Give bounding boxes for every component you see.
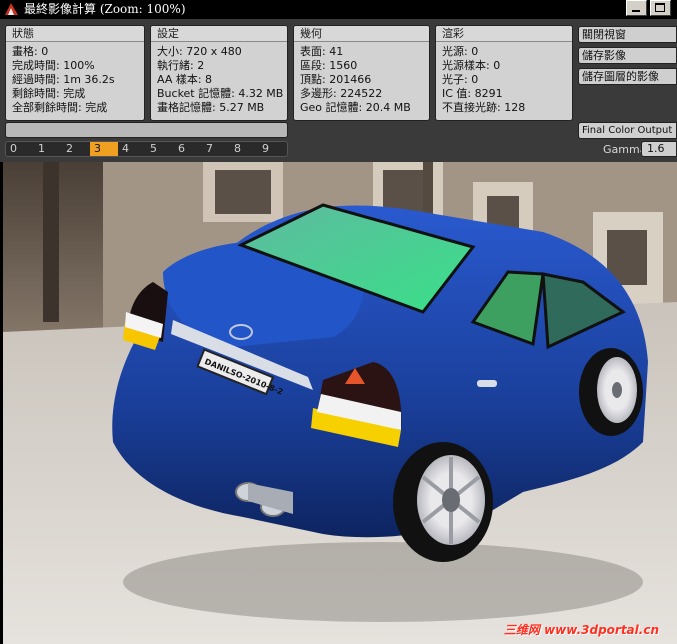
layer-tab-2[interactable]: 2 <box>62 142 90 156</box>
layer-tab-3[interactable]: 3 <box>90 142 118 156</box>
layer-tab-1[interactable]: 1 <box>34 142 62 156</box>
settings-threads: 執行緒: 2 <box>157 59 205 72</box>
status-header: 狀態 <box>6 26 144 42</box>
render-progress-bar <box>5 122 288 138</box>
output-select[interactable]: Final Color Output <box>578 122 677 139</box>
status-completion: 完成時間: 100% <box>12 59 95 72</box>
settings-box: 設定 大小: 720 x 480 執行緒: 2 AA 樣本: 8 Bucket … <box>150 25 288 121</box>
render-stats-panel: 狀態 畫格: 0 完成時間: 100% 經過時間: 1m 36.2s 剩餘時間:… <box>0 19 677 162</box>
rendering-indirect-rays: 不直接光跡: 128 <box>442 101 526 114</box>
layer-tab-9[interactable]: 9 <box>258 142 286 156</box>
gamma-label: Gamma <box>603 143 647 156</box>
rendering-lights: 光源: 0 <box>442 45 479 58</box>
rendering-photons: 光子: 0 <box>442 73 479 86</box>
minimize-icon <box>632 10 640 12</box>
layer-tab-0[interactable]: 0 <box>6 142 34 156</box>
save-layers-image-button[interactable]: 儲存圖層的影像 <box>578 68 677 85</box>
settings-frame-memory: 畫格記憶體: 5.27 MB <box>157 101 265 114</box>
layer-tab-7[interactable]: 7 <box>202 142 230 156</box>
app-icon <box>5 3 18 15</box>
geometry-memory: Geo 記憶體: 20.4 MB <box>300 101 411 114</box>
rendering-box: 渲彩 光源: 0 光源樣本: 0 光子: 0 IC 值: 8291 不直接光跡:… <box>435 25 573 121</box>
title-bar: 最終影像計算 (Zoom: 100%) <box>0 0 677 19</box>
watermark: 三维网 www.3dportal.cn <box>503 623 659 637</box>
minimize-button[interactable] <box>626 0 647 16</box>
close-view-button[interactable]: 關閉視窗 <box>578 26 677 43</box>
geometry-surfaces: 表面: 41 <box>300 45 344 58</box>
gamma-input[interactable]: 1.6 <box>641 141 677 157</box>
layer-tab-6[interactable]: 6 <box>174 142 202 156</box>
geometry-polygons: 多邊形: 224522 <box>300 87 383 100</box>
render-viewport: DANILSO-2010-8-2 三维网 www.3dportal.cn <box>3 162 677 644</box>
layer-tab-4[interactable]: 4 <box>118 142 146 156</box>
render-image: DANILSO-2010-8-2 <box>3 162 677 644</box>
settings-bucket-memory: Bucket 記憶體: 4.32 MB <box>157 87 284 100</box>
rendering-ic-value: IC 值: 8291 <box>442 87 503 100</box>
save-image-button[interactable]: 儲存影像 <box>578 47 677 64</box>
geometry-header: 幾何 <box>294 26 429 42</box>
status-remaining: 剩餘時間: 完成 <box>12 87 86 100</box>
settings-header: 設定 <box>151 26 287 42</box>
settings-aa-samples: AA 樣本: 8 <box>157 73 213 86</box>
layer-tabs: 0123456789 <box>5 141 288 157</box>
window-title: 最終影像計算 (Zoom: 100%) <box>24 2 186 16</box>
maximize-button[interactable] <box>650 0 671 16</box>
status-frame: 畫格: 0 <box>12 45 49 58</box>
status-elapsed: 經過時間: 1m 36.2s <box>12 73 115 86</box>
geometry-box: 幾何 表面: 41 區段: 1560 頂點: 201466 多邊形: 22452… <box>293 25 430 121</box>
status-box: 狀態 畫格: 0 完成時間: 100% 經過時間: 1m 36.2s 剩餘時間:… <box>5 25 145 121</box>
settings-size: 大小: 720 x 480 <box>157 45 242 58</box>
status-total-remaining: 全部剩餘時間: 完成 <box>12 101 108 114</box>
layer-tab-5[interactable]: 5 <box>146 142 174 156</box>
geometry-vertices: 頂點: 201466 <box>300 73 372 86</box>
layer-tab-8[interactable]: 8 <box>230 142 258 156</box>
maximize-icon <box>655 3 665 12</box>
geometry-segments: 區段: 1560 <box>300 59 358 72</box>
rendering-light-samples: 光源樣本: 0 <box>442 59 501 72</box>
rendering-header: 渲彩 <box>436 26 572 42</box>
